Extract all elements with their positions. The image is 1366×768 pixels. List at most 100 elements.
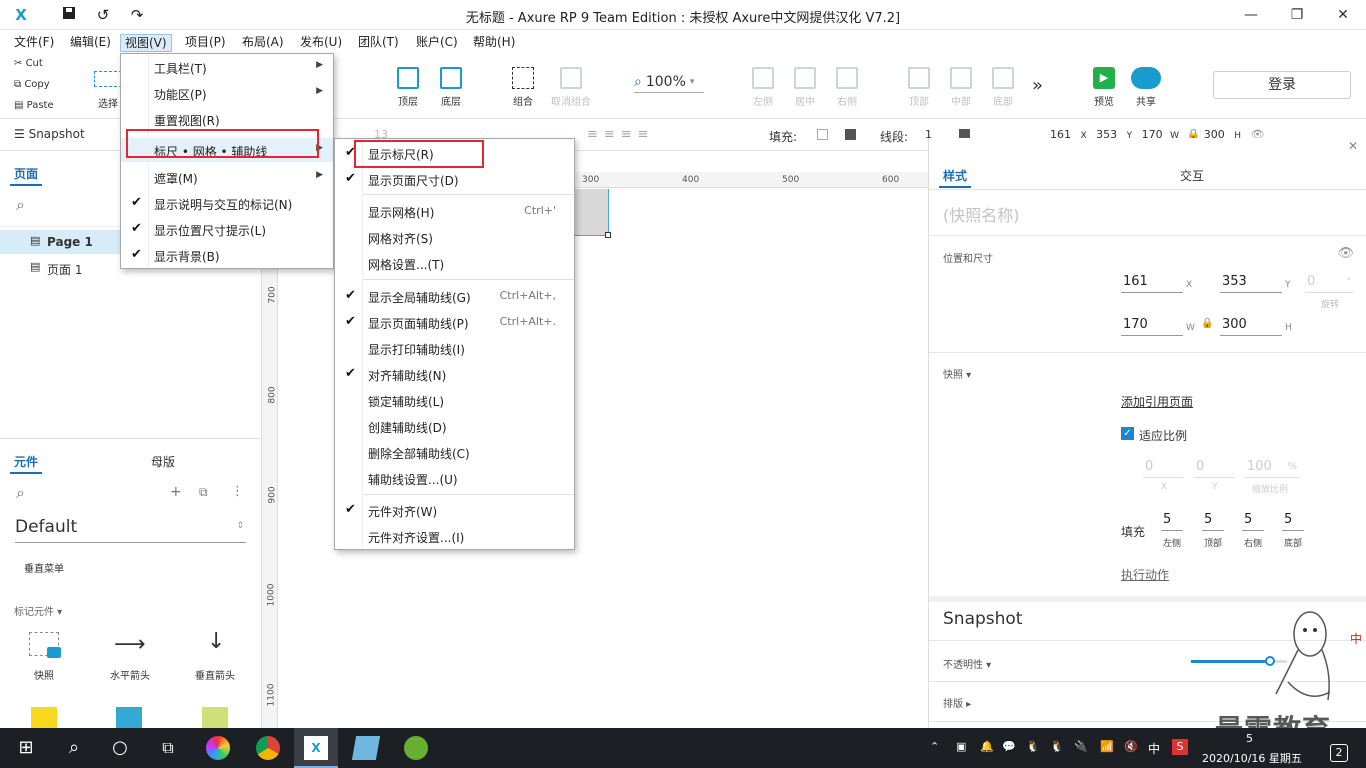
tray-app-icon[interactable]: ▣	[956, 740, 966, 753]
qq-icon[interactable]: 🐧	[1050, 740, 1064, 753]
opacity-label[interactable]: 不透明性 ▾	[943, 656, 991, 671]
snapshot-section-label[interactable]: 快照 ▾	[943, 366, 971, 381]
menu-account[interactable]: 账户(C)	[412, 34, 462, 52]
section-markers-label[interactable]: 标记元件 ▾	[14, 603, 62, 618]
view-menu-item[interactable]: ✔ 显示位置尺寸提示(L)	[121, 217, 333, 241]
submenu-item[interactable]: ✔ 元件对齐(W)	[335, 498, 574, 522]
wifi-icon[interactable]: 📶	[1100, 740, 1114, 753]
menu-help[interactable]: 帮助(H)	[469, 34, 519, 52]
sticky-yellow[interactable]	[31, 707, 57, 729]
qq-icon[interactable]: 🐧	[1026, 740, 1040, 753]
submenu-item[interactable]: ✔ 显示页面尺寸(D)	[335, 167, 574, 191]
view-menu-item[interactable]: ✔ 显示背景(B)	[121, 243, 333, 267]
lock-icon[interactable]: 🔒	[1201, 318, 1213, 329]
offset-x-input[interactable]: 0	[1143, 458, 1183, 478]
snapshot-widget-icon[interactable]	[29, 632, 61, 658]
menu-file[interactable]: 文件(F)	[10, 34, 58, 52]
group-button[interactable]: 组合	[501, 67, 545, 108]
vertical-arrow-icon[interactable]: ↓	[207, 629, 225, 654]
w-input[interactable]: 170	[1121, 316, 1183, 336]
bring-top-button[interactable]: 顶层	[386, 67, 430, 108]
notepad-icon[interactable]	[351, 736, 381, 760]
scale-input[interactable]: 100%	[1245, 458, 1299, 478]
wechat-icon[interactable]: 💬	[1002, 740, 1016, 753]
fit-ratio-checkbox[interactable]: ✓	[1121, 427, 1134, 440]
snapshot-name-input[interactable]: (快照名称)	[943, 202, 1020, 226]
volume-icon[interactable]: 🔇	[1124, 740, 1138, 753]
minimize-button[interactable]: —	[1240, 4, 1262, 26]
close-button[interactable]: ✕	[1332, 4, 1354, 26]
align-top-button[interactable]: 顶部	[897, 67, 941, 108]
align-center-button[interactable]: 居中	[783, 67, 827, 108]
library-select[interactable]: Default ⇕	[15, 517, 246, 543]
search-icon[interactable]: ⌕	[16, 195, 25, 215]
tray-chevron-icon[interactable]: ⌃	[930, 740, 939, 753]
y-input[interactable]: 353	[1220, 273, 1282, 293]
rotation-input[interactable]: 0 °	[1305, 273, 1353, 293]
snapshot-widget[interactable]	[575, 189, 609, 236]
notification-badge[interactable]: 2	[1330, 744, 1348, 762]
clock-time[interactable]: 5	[1246, 732, 1253, 745]
tab-widgets[interactable]: 元件	[14, 453, 38, 470]
maximize-button[interactable]: ❐	[1286, 4, 1308, 26]
view-menu-item[interactable]: ✔ 显示说明与交互的标记(N)	[121, 191, 333, 215]
eye-icon[interactable]: 👁	[1337, 246, 1354, 261]
submenu-item[interactable]: 网格对齐(S)	[335, 225, 574, 249]
preview-button[interactable]: ▶ 预览	[1082, 67, 1126, 108]
search-icon[interactable]: ⌕	[62, 736, 86, 760]
menu-team[interactable]: 团队(T)	[354, 34, 403, 52]
menu-project[interactable]: 项目(P)	[181, 34, 230, 52]
submenu-item[interactable]: 元件对齐设置...(I)	[335, 524, 574, 548]
tab-style[interactable]: 样式	[943, 167, 967, 184]
x-input[interactable]: 161	[1121, 273, 1183, 293]
task-view-icon[interactable]: ⧉	[156, 736, 180, 760]
resize-handle[interactable]	[605, 232, 611, 238]
align-left-button[interactable]: 左侧	[741, 67, 785, 108]
layout-label[interactable]: 排版 ▸	[943, 695, 971, 710]
h-input[interactable]: 300	[1220, 316, 1282, 336]
view-menu-item[interactable]: 重置视图(R)	[121, 107, 333, 131]
run-action-link[interactable]: 执行动作	[1121, 566, 1169, 583]
cut-button[interactable]: ✂ Cut	[14, 58, 43, 69]
sogou-icon[interactable]: S	[1172, 739, 1188, 755]
menu-view[interactable]: 视图(V)	[120, 34, 172, 52]
view-menu-item[interactable]: 遮罩(M) ▶	[121, 165, 333, 189]
submenu-item[interactable]: 显示网格(H) Ctrl+'	[335, 199, 574, 223]
share-button[interactable]: 共享	[1124, 67, 1168, 108]
sticky-green[interactable]	[202, 707, 228, 729]
tab-masters[interactable]: 母版	[151, 453, 175, 470]
padding-right-input[interactable]: 5	[1242, 511, 1264, 531]
padding-top-input[interactable]: 5	[1202, 511, 1224, 531]
sticky-blue[interactable]	[116, 707, 142, 729]
offset-y-input[interactable]: 0	[1194, 458, 1234, 478]
paste-button[interactable]: ▤ Paste	[14, 100, 54, 111]
submenu-item[interactable]: 辅助线设置...(U)	[335, 466, 574, 490]
photos-app-icon[interactable]	[206, 736, 230, 760]
submenu-item[interactable]: ✔ 显示全局辅助线(G) Ctrl+Alt+,	[335, 284, 574, 308]
more-tools-icon[interactable]: »	[1032, 75, 1043, 96]
chrome-icon[interactable]	[256, 736, 280, 760]
app-icon[interactable]	[404, 736, 428, 760]
menu-publish[interactable]: 发布(U)	[296, 34, 346, 52]
menu-edit[interactable]: 编辑(E)	[66, 34, 115, 52]
align-right-button[interactable]: 右侧	[825, 67, 869, 108]
view-menu-item[interactable]: 功能区(P) ▶	[121, 81, 333, 105]
tab-interact[interactable]: 交互	[1180, 167, 1204, 184]
align-bottom-button[interactable]: 底部	[981, 67, 1025, 108]
add-icon[interactable]: +	[170, 484, 182, 500]
library-icon[interactable]: ⧉	[199, 485, 208, 500]
fill-color-swatch[interactable]	[817, 129, 828, 140]
text-align-icons[interactable]: ≡≡≡≡	[587, 127, 655, 142]
tab-pages[interactable]: 页面	[14, 165, 38, 182]
windows-start-icon[interactable]: ⊞	[14, 736, 38, 760]
padding-left-input[interactable]: 5	[1161, 511, 1183, 531]
horizontal-arrow-icon[interactable]: ⟶	[114, 632, 146, 657]
ime-indicator[interactable]: 中	[1148, 740, 1160, 757]
submenu-item[interactable]: 创建辅助线(D)	[335, 414, 574, 438]
view-menu-item[interactable]: 工具栏(T) ▶	[121, 55, 333, 79]
copy-button[interactable]: ⧉ Copy	[14, 79, 50, 90]
submenu-item[interactable]: 网格设置...(T)	[335, 251, 574, 275]
add-reference-link[interactable]: 添加引用页面	[1121, 393, 1193, 410]
battery-icon[interactable]: 🔌	[1074, 740, 1088, 753]
tray-bell-icon[interactable]: 🔔	[980, 740, 994, 753]
